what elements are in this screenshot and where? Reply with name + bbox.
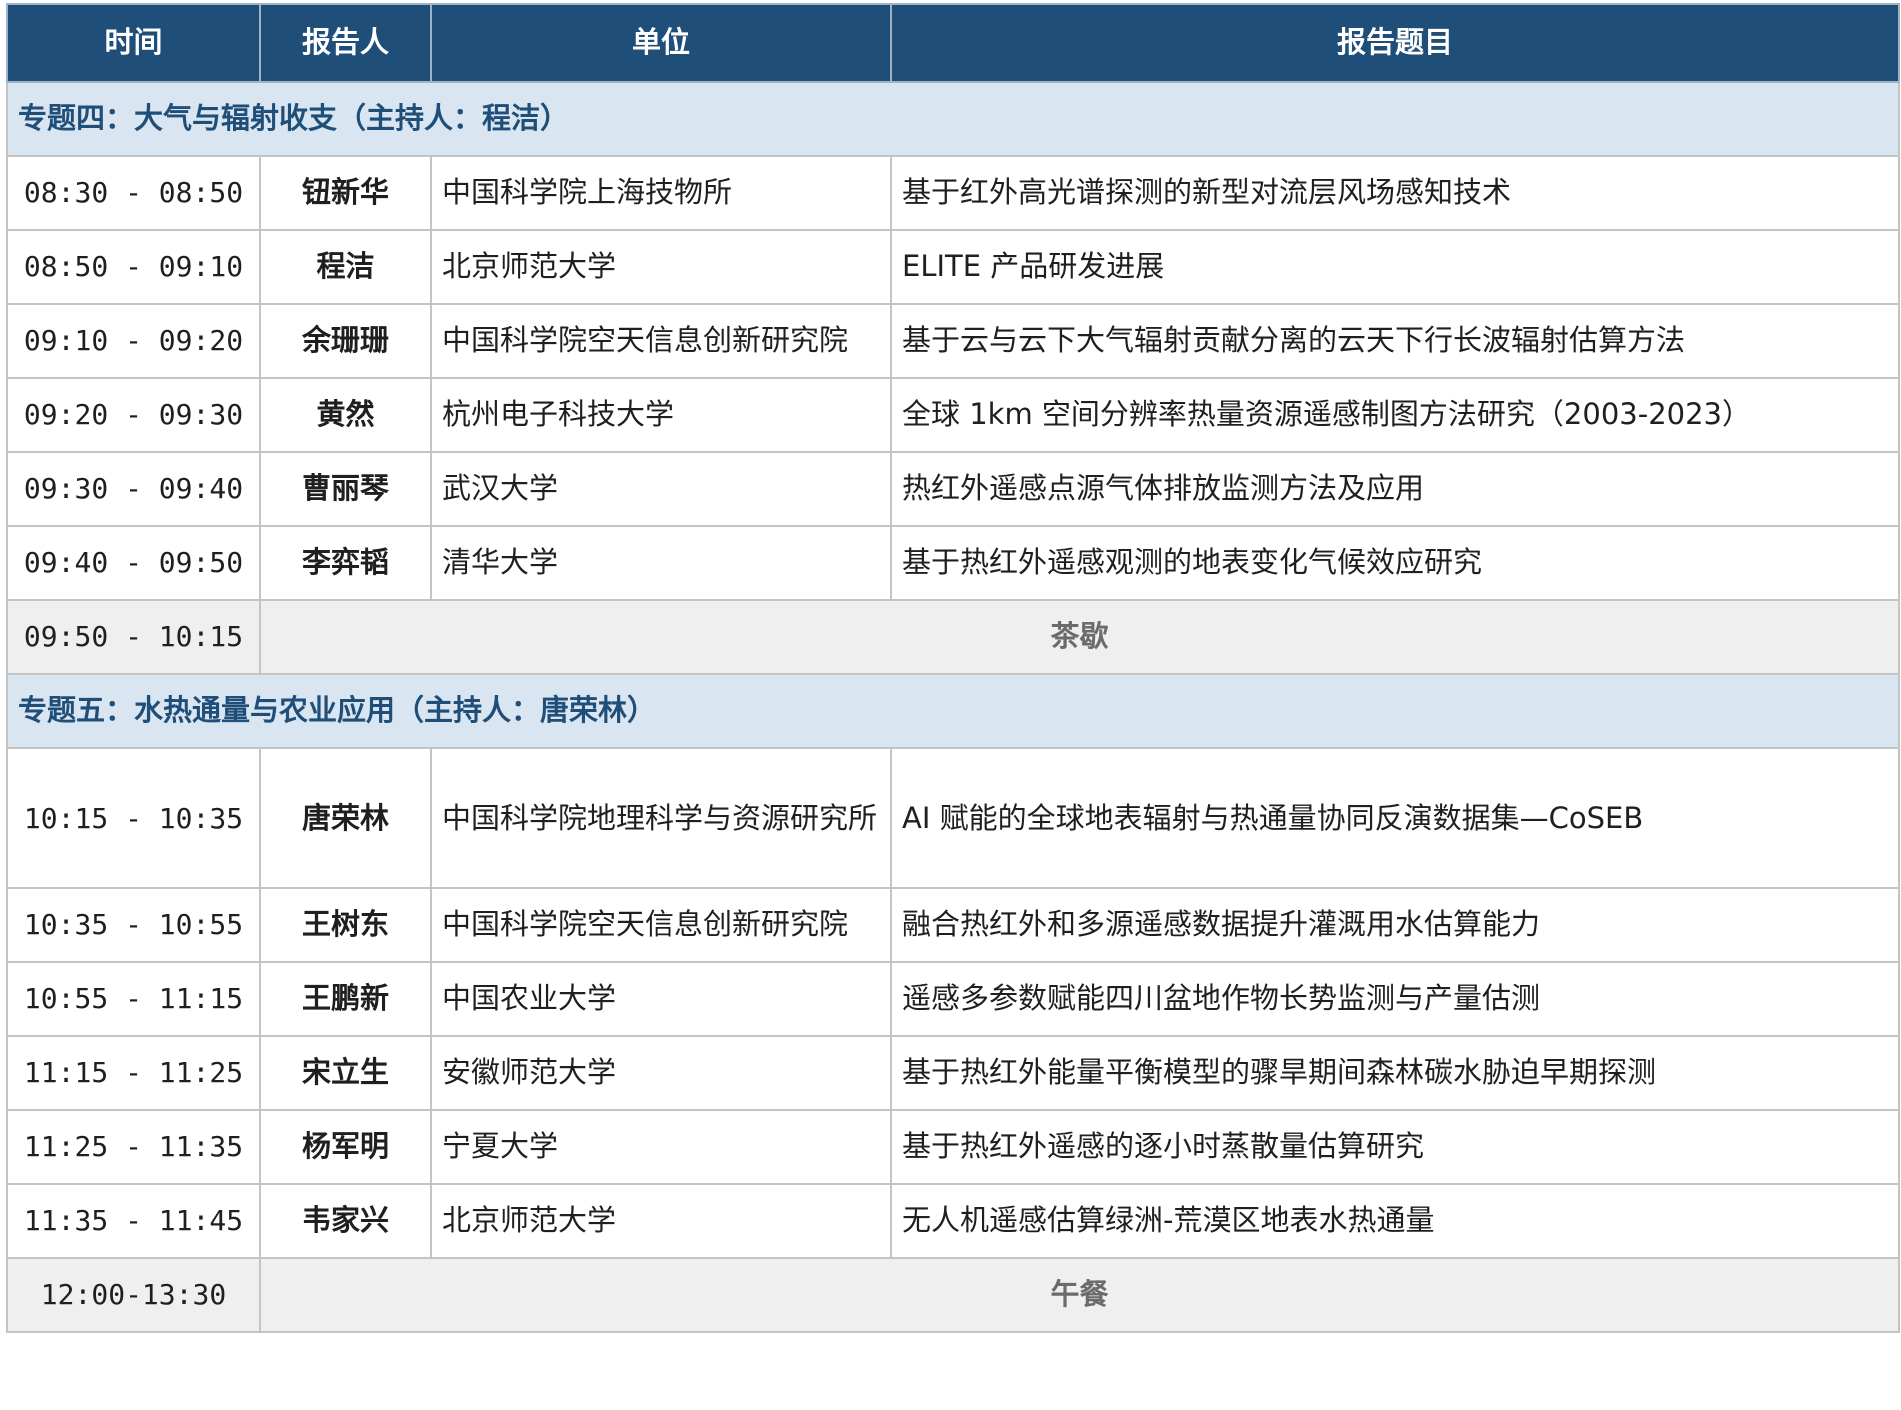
- break-time: 09:50 - 10:15: [6, 599, 261, 675]
- row-topic: 热红外遥感点源气体排放监测方法及应用: [890, 451, 1900, 527]
- row-org: 中国农业大学: [430, 961, 892, 1037]
- row-speaker: 王树东: [259, 887, 432, 963]
- row-time: 09:10 - 09:20: [6, 303, 261, 379]
- row-org: 北京师范大学: [430, 229, 892, 305]
- row-speaker: 唐荣林: [259, 747, 432, 889]
- row-org: 中国科学院空天信息创新研究院: [430, 303, 892, 379]
- row-time: 10:55 - 11:15: [6, 961, 261, 1037]
- schedule-table: 时间 报告人 单位 报告题目 专题四：大气与辐射收支（主持人：程洁） 08:30…: [6, 3, 1900, 1333]
- row-time: 11:15 - 11:25: [6, 1035, 261, 1111]
- table-row: 09:30 - 09:40 曹丽琴 武汉大学 热红外遥感点源气体排放监测方法及应…: [6, 451, 1900, 527]
- table-row: 08:30 - 08:50 钮新华 中国科学院上海技物所 基于红外高光谱探测的新…: [6, 155, 1900, 231]
- header-topic: 报告题目: [890, 3, 1900, 83]
- header-speaker: 报告人: [259, 3, 432, 83]
- row-topic: ELITE 产品研发进展: [890, 229, 1900, 305]
- row-topic: 基于热红外能量平衡模型的骤旱期间森林碳水胁迫早期探测: [890, 1035, 1900, 1111]
- row-speaker: 曹丽琴: [259, 451, 432, 527]
- row-speaker: 钮新华: [259, 155, 432, 231]
- row-speaker: 黄然: [259, 377, 432, 453]
- table-row: 10:55 - 11:15 王鹏新 中国农业大学 遥感多参数赋能四川盆地作物长势…: [6, 961, 1900, 1037]
- row-topic: 无人机遥感估算绿洲-荒漠区地表水热通量: [890, 1183, 1900, 1259]
- section-header: 专题五：水热通量与农业应用（主持人：唐荣林）: [6, 673, 1900, 749]
- table-row: 09:40 - 09:50 李弈韬 清华大学 基于热红外遥感观测的地表变化气候效…: [6, 525, 1900, 601]
- row-time: 09:20 - 09:30: [6, 377, 261, 453]
- row-topic: 全球 1km 空间分辨率热量资源遥感制图方法研究（2003-2023）: [890, 377, 1900, 453]
- header-row: 时间 报告人 单位 报告题目: [6, 3, 1900, 83]
- row-topic: 遥感多参数赋能四川盆地作物长势监测与产量估测: [890, 961, 1900, 1037]
- row-org: 中国科学院空天信息创新研究院: [430, 887, 892, 963]
- header-org: 单位: [430, 3, 892, 83]
- row-topic: AI 赋能的全球地表辐射与热通量协同反演数据集—CoSEB: [890, 747, 1900, 889]
- row-speaker: 程洁: [259, 229, 432, 305]
- row-time: 08:50 - 09:10: [6, 229, 261, 305]
- row-org: 安徽师范大学: [430, 1035, 892, 1111]
- table-body: 专题四：大气与辐射收支（主持人：程洁） 08:30 - 08:50 钮新华 中国…: [6, 81, 1900, 1333]
- break-label: 午餐: [259, 1257, 1900, 1333]
- row-topic: 基于红外高光谱探测的新型对流层风场感知技术: [890, 155, 1900, 231]
- table-row: 10:15 - 10:35 唐荣林 中国科学院地理科学与资源研究所 AI 赋能的…: [6, 747, 1900, 889]
- row-topic: 基于热红外遥感的逐小时蒸散量估算研究: [890, 1109, 1900, 1185]
- section-title: 专题四：大气与辐射收支（主持人：程洁）: [6, 81, 1900, 157]
- schedule-container: 时间 报告人 单位 报告题目 专题四：大气与辐射收支（主持人：程洁） 08:30…: [6, 3, 1900, 1333]
- row-time: 09:40 - 09:50: [6, 525, 261, 601]
- break-label: 茶歇: [259, 599, 1900, 675]
- row-org: 北京师范大学: [430, 1183, 892, 1259]
- row-speaker: 余珊珊: [259, 303, 432, 379]
- row-org: 杭州电子科技大学: [430, 377, 892, 453]
- row-time: 10:35 - 10:55: [6, 887, 261, 963]
- row-time: 09:30 - 09:40: [6, 451, 261, 527]
- row-topic: 基于热红外遥感观测的地表变化气候效应研究: [890, 525, 1900, 601]
- row-speaker: 王鹏新: [259, 961, 432, 1037]
- table-row: 09:20 - 09:30 黄然 杭州电子科技大学 全球 1km 空间分辨率热量…: [6, 377, 1900, 453]
- row-time: 11:25 - 11:35: [6, 1109, 261, 1185]
- row-org: 宁夏大学: [430, 1109, 892, 1185]
- table-row: 10:35 - 10:55 王树东 中国科学院空天信息创新研究院 融合热红外和多…: [6, 887, 1900, 963]
- row-org: 武汉大学: [430, 451, 892, 527]
- row-speaker: 宋立生: [259, 1035, 432, 1111]
- row-org: 中国科学院地理科学与资源研究所: [430, 747, 892, 889]
- table-header: 时间 报告人 单位 报告题目: [6, 3, 1900, 83]
- table-row: 11:15 - 11:25 宋立生 安徽师范大学 基于热红外能量平衡模型的骤旱期…: [6, 1035, 1900, 1111]
- row-time: 08:30 - 08:50: [6, 155, 261, 231]
- row-speaker: 杨军明: [259, 1109, 432, 1185]
- row-topic: 基于云与云下大气辐射贡献分离的云天下行长波辐射估算方法: [890, 303, 1900, 379]
- section-title: 专题五：水热通量与农业应用（主持人：唐荣林）: [6, 673, 1900, 749]
- row-org: 清华大学: [430, 525, 892, 601]
- row-time: 10:15 - 10:35: [6, 747, 261, 889]
- break-time: 12:00-13:30: [6, 1257, 261, 1333]
- table-row: 09:10 - 09:20 余珊珊 中国科学院空天信息创新研究院 基于云与云下大…: [6, 303, 1900, 379]
- table-row: 11:25 - 11:35 杨军明 宁夏大学 基于热红外遥感的逐小时蒸散量估算研…: [6, 1109, 1900, 1185]
- table-row: 08:50 - 09:10 程洁 北京师范大学 ELITE 产品研发进展: [6, 229, 1900, 305]
- break-row: 12:00-13:30 午餐: [6, 1257, 1900, 1333]
- row-org: 中国科学院上海技物所: [430, 155, 892, 231]
- break-row: 09:50 - 10:15 茶歇: [6, 599, 1900, 675]
- row-speaker: 李弈韬: [259, 525, 432, 601]
- section-header: 专题四：大气与辐射收支（主持人：程洁）: [6, 81, 1900, 157]
- header-time: 时间: [6, 3, 261, 83]
- row-speaker: 韦家兴: [259, 1183, 432, 1259]
- table-row: 11:35 - 11:45 韦家兴 北京师范大学 无人机遥感估算绿洲-荒漠区地表…: [6, 1183, 1900, 1259]
- row-time: 11:35 - 11:45: [6, 1183, 261, 1259]
- row-topic: 融合热红外和多源遥感数据提升灌溉用水估算能力: [890, 887, 1900, 963]
